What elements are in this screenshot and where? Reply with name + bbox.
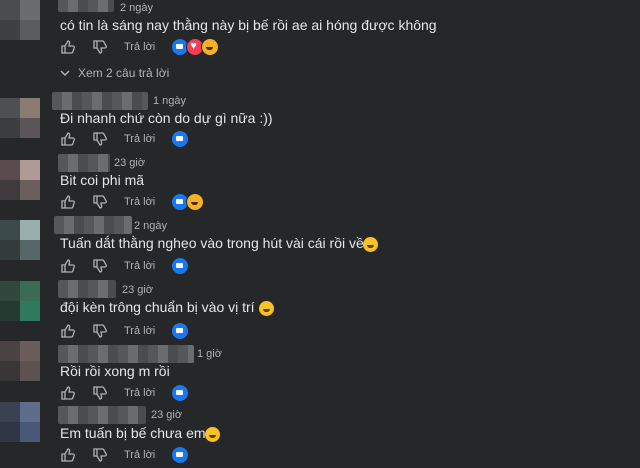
dislike-icon[interactable] [92, 385, 108, 401]
grin-emoji-icon [363, 237, 378, 252]
avatar[interactable] [0, 402, 40, 442]
comment-actions: Trả lời [60, 384, 190, 402]
reaction-summary[interactable] [171, 38, 220, 56]
commenter-name-blurred[interactable] [58, 0, 114, 12]
dislike-icon[interactable] [92, 194, 108, 210]
commenter-name-blurred[interactable] [58, 280, 116, 298]
chevron-down-icon [60, 70, 70, 77]
comment-timestamp[interactable]: 2 ngày [120, 2, 153, 14]
comment-timestamp[interactable]: 2 ngày [134, 220, 167, 232]
comment-actions: Trả lời [60, 322, 190, 340]
reply-button[interactable]: Trả lời [124, 387, 155, 399]
comment-actions: Trả lời [60, 257, 190, 275]
like-icon[interactable] [60, 447, 76, 463]
dislike-icon[interactable] [92, 131, 108, 147]
like-icon[interactable] [60, 131, 76, 147]
avatar[interactable] [0, 281, 40, 321]
like-reaction-icon [171, 322, 190, 340]
commenter-name-blurred[interactable] [58, 406, 146, 424]
comment-timestamp[interactable]: 23 giờ [151, 409, 182, 421]
comment-text: Rồi rồi xong m rồi [60, 363, 170, 379]
comment-timestamp[interactable]: 23 giờ [122, 284, 153, 296]
avatar[interactable] [0, 160, 40, 200]
comment-actions: Trả lời [60, 38, 220, 56]
reply-button[interactable]: Trả lời [124, 41, 155, 53]
avatar[interactable] [0, 0, 40, 40]
reaction-summary[interactable] [171, 384, 190, 402]
comment-text: đội kèn trông chuẩn bị vào vị trí [60, 299, 255, 315]
reply-button[interactable]: Trả lời [124, 260, 155, 272]
comment-timestamp[interactable]: 23 giờ [114, 157, 145, 169]
like-icon[interactable] [60, 194, 76, 210]
like-reaction-icon [171, 130, 190, 148]
like-reaction-icon [171, 257, 190, 275]
sad-emoji-icon [259, 301, 274, 316]
reaction-summary[interactable] [171, 193, 205, 211]
like-icon[interactable] [60, 39, 76, 55]
reply-button[interactable]: Trả lời [124, 325, 155, 337]
comment-text: Em tuấn bị bế chưa em [60, 425, 206, 441]
commenter-name-blurred[interactable] [54, 216, 132, 234]
comment-text: có tin là sáng nay thằng này bị bế rồi a… [60, 17, 437, 33]
reply-button[interactable]: Trả lời [124, 196, 155, 208]
dislike-icon[interactable] [92, 39, 108, 55]
avatar[interactable] [0, 341, 40, 381]
like-icon[interactable] [60, 385, 76, 401]
see-more-replies-button[interactable]: Xem 2 câu trả lời [60, 66, 169, 80]
reaction-summary[interactable] [171, 130, 190, 148]
commenter-name-blurred[interactable] [58, 345, 194, 363]
commenter-name-blurred[interactable] [52, 92, 148, 110]
avatar[interactable] [0, 98, 40, 138]
see-more-label: Xem 2 câu trả lời [78, 66, 170, 80]
like-icon[interactable] [60, 323, 76, 339]
reaction-summary[interactable] [171, 257, 190, 275]
haha-reaction-icon [186, 193, 205, 211]
dislike-icon[interactable] [92, 258, 108, 274]
surprised-emoji-icon [205, 427, 220, 442]
reply-button[interactable]: Trả lời [124, 449, 155, 461]
like-reaction-icon [171, 446, 190, 464]
comment-actions: Trả lời [60, 446, 190, 464]
haha-reaction-icon [201, 38, 220, 56]
dislike-icon[interactable] [92, 447, 108, 463]
reaction-summary[interactable] [171, 322, 190, 340]
reaction-summary[interactable] [171, 446, 190, 464]
avatar[interactable] [0, 220, 40, 260]
comment-timestamp[interactable]: 1 giờ [197, 348, 222, 360]
comment-text: Bit coi phi mã [60, 172, 145, 188]
dislike-icon[interactable] [92, 323, 108, 339]
commenter-name-blurred[interactable] [58, 154, 110, 172]
reply-button[interactable]: Trả lời [124, 133, 155, 145]
like-reaction-icon [171, 384, 190, 402]
comment-timestamp[interactable]: 1 ngày [153, 95, 186, 107]
comment-text: Đi nhanh chứ còn do dự gì nữa :)) [60, 110, 273, 126]
comment-text: Tuấn dắt thằng nghẹo vào trong hút vài c… [60, 235, 364, 251]
like-icon[interactable] [60, 258, 76, 274]
comment-actions: Trả lời [60, 193, 205, 211]
comment-actions: Trả lời [60, 130, 190, 148]
